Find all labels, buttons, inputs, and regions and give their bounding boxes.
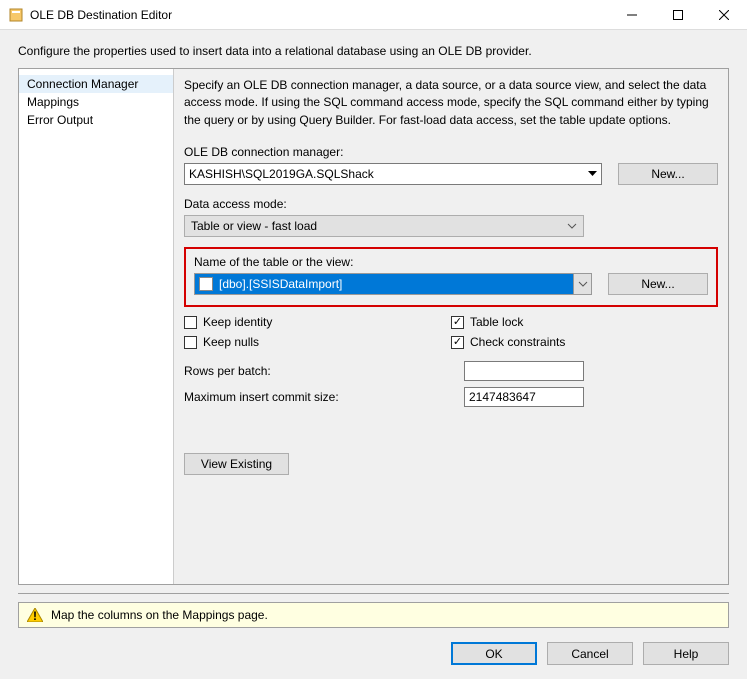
connection-manager-select[interactable]: KASHISH\SQL2019GA.SQLShack <box>184 163 602 185</box>
spec-text: Specify an OLE DB connection manager, a … <box>184 77 718 129</box>
keep-nulls-label: Keep nulls <box>203 335 259 349</box>
minimize-button[interactable] <box>609 0 655 30</box>
maximize-button[interactable] <box>655 0 701 30</box>
app-icon <box>8 7 24 23</box>
connection-manager-label: OLE DB connection manager: <box>184 145 718 159</box>
rows-per-batch-input[interactable] <box>464 361 584 381</box>
warning-bar: ! Map the columns on the Mappings page. <box>18 602 729 628</box>
table-icon <box>199 277 213 291</box>
dropdown-arrow-icon <box>588 171 597 177</box>
help-button[interactable]: Help <box>643 642 729 665</box>
sidebar-item-mappings[interactable]: Mappings <box>19 93 173 111</box>
check-constraints-checkbox[interactable] <box>451 336 464 349</box>
warning-icon: ! <box>27 608 43 622</box>
check-constraints-label: Check constraints <box>470 335 565 349</box>
ok-button[interactable]: OK <box>451 642 537 665</box>
sidebar-item-connection-manager[interactable]: Connection Manager <box>19 75 173 93</box>
table-value: [dbo].[SSISDataImport] <box>219 277 342 291</box>
cancel-button[interactable]: Cancel <box>547 642 633 665</box>
keep-identity-label: Keep identity <box>203 315 272 329</box>
max-commit-input[interactable] <box>464 387 584 407</box>
table-lock-checkbox[interactable] <box>451 316 464 329</box>
view-existing-button[interactable]: View Existing <box>184 453 289 475</box>
table-lock-label: Table lock <box>470 315 523 329</box>
dialog-buttons: OK Cancel Help <box>0 628 747 679</box>
description-text: Configure the properties used to insert … <box>0 30 747 68</box>
chevron-down-icon <box>573 274 591 294</box>
window-body: Configure the properties used to insert … <box>0 30 747 679</box>
chevron-down-icon <box>567 223 577 229</box>
access-mode-label: Data access mode: <box>184 197 718 211</box>
keep-nulls-checkbox[interactable] <box>184 336 197 349</box>
content-panel: Specify an OLE DB connection manager, a … <box>174 69 728 584</box>
connection-new-button[interactable]: New... <box>618 163 718 185</box>
access-mode-select[interactable]: Table or view - fast load <box>184 215 584 237</box>
access-mode-value: Table or view - fast load <box>191 219 317 233</box>
keep-identity-checkbox[interactable] <box>184 316 197 329</box>
rows-per-batch-label: Rows per batch: <box>184 364 464 378</box>
connection-manager-value: KASHISH\SQL2019GA.SQLShack <box>189 167 374 181</box>
window-title: OLE DB Destination Editor <box>30 8 609 22</box>
main-area: Connection Manager Mappings Error Output… <box>18 68 729 585</box>
svg-text:!: ! <box>33 609 37 622</box>
table-select[interactable]: [dbo].[SSISDataImport] <box>194 273 592 295</box>
table-selection-highlight: Name of the table or the view: [dbo].[SS… <box>184 247 718 307</box>
close-button[interactable] <box>701 0 747 30</box>
table-new-button[interactable]: New... <box>608 273 708 295</box>
separator <box>18 593 729 594</box>
titlebar: OLE DB Destination Editor <box>0 0 747 30</box>
table-name-label: Name of the table or the view: <box>194 255 708 269</box>
sidebar: Connection Manager Mappings Error Output <box>19 69 174 584</box>
warning-text: Map the columns on the Mappings page. <box>51 608 268 622</box>
max-commit-label: Maximum insert commit size: <box>184 390 464 404</box>
sidebar-item-error-output[interactable]: Error Output <box>19 111 173 129</box>
